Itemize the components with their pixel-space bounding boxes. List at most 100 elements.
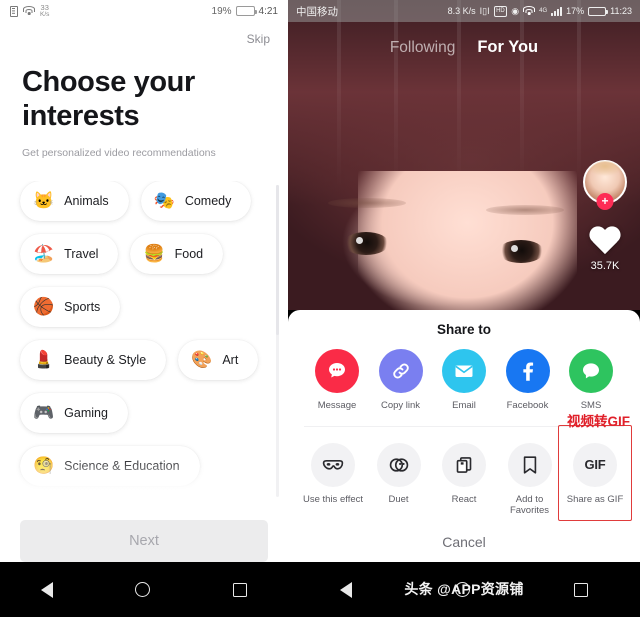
game-controller-emoji: 🎮 [33, 403, 55, 423]
tab-following[interactable]: Following [390, 39, 455, 57]
network-speed-label: 8.3 K/s [447, 5, 476, 16]
watermark: 头条 @APP资源铺 [404, 581, 524, 597]
share-target[interactable]: Message [306, 349, 368, 412]
share-action-label: Use this effect [302, 493, 364, 505]
video-side-rail: + 35.7K [583, 160, 627, 272]
wifi-icon [523, 6, 536, 16]
left-status-bar: 33 K/s 19% 4:21 [0, 0, 288, 22]
annotation-text: 视频转GIF [567, 414, 630, 429]
facebook-icon[interactable] [505, 349, 550, 393]
eye-comfort-icon: ◉ [511, 5, 520, 16]
share-target[interactable]: Email [433, 349, 495, 412]
share-target-label: Facebook [506, 400, 549, 411]
interest-chip[interactable]: 🏀 Sports [20, 286, 121, 327]
sim-card-icon [10, 5, 18, 17]
interest-chip[interactable]: 🧐 Science & Education [20, 445, 200, 486]
share-action[interactable]: Duet [368, 439, 430, 517]
share-action[interactable]: Add to Favorites [499, 439, 561, 517]
skip-button[interactable]: Skip [247, 32, 270, 46]
follow-plus-icon[interactable]: + [596, 193, 614, 210]
signal-bars-icon [551, 6, 563, 16]
battery-icon [588, 6, 609, 16]
message-bubble-icon[interactable] [315, 349, 359, 393]
speed-unit: K/s [40, 10, 50, 18]
share-sheet: Share to Message Copy link Email Facebook SM… [288, 310, 640, 562]
face-skin [358, 170, 577, 310]
cancel-container: Cancel [288, 534, 640, 552]
scrollbar-thumb[interactable] [276, 185, 279, 335]
interest-chip-label: Art [222, 352, 239, 367]
share-target[interactable]: Facebook [497, 349, 559, 412]
page-subtitle: Get personalized video recommendations [22, 146, 216, 159]
duet-circles-icon[interactable] [376, 442, 421, 487]
interest-chip[interactable]: 🎭 Comedy [140, 180, 252, 221]
eye-right [498, 240, 544, 263]
interest-chip-label: Gaming [64, 405, 108, 420]
share-target-label: Message [317, 400, 357, 411]
network-type-label: 4G [539, 8, 548, 14]
next-button[interactable]: Next [20, 520, 268, 562]
page-title: Choose your interests [22, 66, 195, 132]
back-nav-icon[interactable] [41, 581, 54, 598]
skip-row: Skip [0, 22, 288, 56]
share-target[interactable]: Copy link [370, 349, 432, 412]
interest-chip-label: Science & Education [64, 458, 180, 473]
battery-percent: 17% [566, 5, 585, 16]
share-actions-row: Use this effect Duet React Add to Favorites… [288, 424, 640, 521]
gif-label: GIF [584, 457, 606, 473]
share-action-label: React [451, 493, 477, 505]
eye-left [343, 232, 389, 255]
gif-text-icon[interactable]: GIF [573, 442, 617, 487]
share-action-label: Add to Favorites [509, 493, 550, 517]
interests-scroll-area[interactable]: 🐱 Animals 🎭 Comedy 🏖️ Travel 🍔 Food 🏀 Sports 💄 Beau… [0, 180, 288, 503]
right-phone-panel: 中国移动 8.3 K/s I▯I HD ◉ 4G 17% 11:23 Follo… [288, 0, 640, 617]
like-control[interactable]: 35.7K [588, 227, 622, 272]
beach-umbrella-emoji: 🏖️ [33, 244, 55, 264]
interest-chip[interactable]: 🐱 Animals [20, 180, 129, 221]
link-chain-icon[interactable] [378, 349, 423, 393]
share-target[interactable]: SMS [560, 349, 622, 412]
interest-chip[interactable]: 💄 Beauty & Style [20, 339, 167, 380]
network-speed-indicator: 33 K/s [40, 4, 49, 18]
envelope-icon[interactable] [442, 349, 486, 393]
share-action[interactable]: GIF Share as GIF [564, 439, 626, 517]
interest-chip[interactable]: 🎮 Gaming [20, 392, 128, 433]
status-clock: 4:21 [258, 5, 278, 17]
home-nav-icon[interactable] [135, 582, 151, 597]
dual-phone-screenshot: 33 K/s 19% 4:21 Skip Choose your interes… [0, 0, 640, 617]
effect-mask-icon[interactable] [311, 442, 355, 487]
basketball-emoji: 🏀 [33, 297, 55, 317]
share-action-label: Duet [388, 493, 409, 505]
interest-chip-label: Sports [64, 299, 101, 314]
interest-chip-label: Beauty & Style [64, 352, 147, 367]
palette-emoji: 🎨 [191, 350, 213, 370]
cancel-button[interactable]: Cancel [442, 534, 486, 550]
monocle-face-emoji: 🧐 [33, 456, 55, 476]
interest-chip-label: Food [174, 246, 204, 261]
interest-chip-partial[interactable] [142, 498, 252, 503]
avatar[interactable]: + [583, 160, 627, 210]
react-frames-icon[interactable] [442, 442, 486, 487]
interest-chip[interactable]: 🎨 Art [178, 339, 259, 380]
interests-scrollbar[interactable] [276, 185, 279, 497]
interest-chip-label: Comedy [184, 193, 232, 208]
interest-chip-list: 🐱 Animals 🎭 Comedy 🏖️ Travel 🍔 Food 🏀 Sports 💄 Beau… [20, 180, 268, 503]
like-count: 35.7K [590, 260, 620, 272]
right-status-bar: 中国移动 8.3 K/s I▯I HD ◉ 4G 17% 11:23 [288, 0, 640, 22]
recents-nav-icon[interactable] [232, 582, 247, 597]
share-target-label: Email [452, 400, 476, 411]
share-action[interactable]: Use this effect [302, 439, 364, 517]
heart-icon[interactable] [588, 227, 622, 258]
battery-icon [235, 6, 257, 16]
next-button-container: Next [0, 520, 288, 562]
sms-bubble-icon[interactable] [569, 349, 613, 393]
share-action[interactable]: React [433, 439, 495, 517]
interest-chip[interactable]: 🏖️ Travel [20, 233, 119, 274]
left-android-navbar [0, 562, 288, 617]
interest-chip[interactable]: 🍔 Food [130, 233, 224, 274]
interest-chip-partial[interactable] [20, 498, 130, 503]
tab-for-you[interactable]: For You [477, 38, 538, 57]
bookmark-icon[interactable] [507, 442, 552, 487]
lipstick-emoji: 💄 [33, 350, 55, 370]
cat-face-emoji: 🐱 [33, 191, 55, 211]
